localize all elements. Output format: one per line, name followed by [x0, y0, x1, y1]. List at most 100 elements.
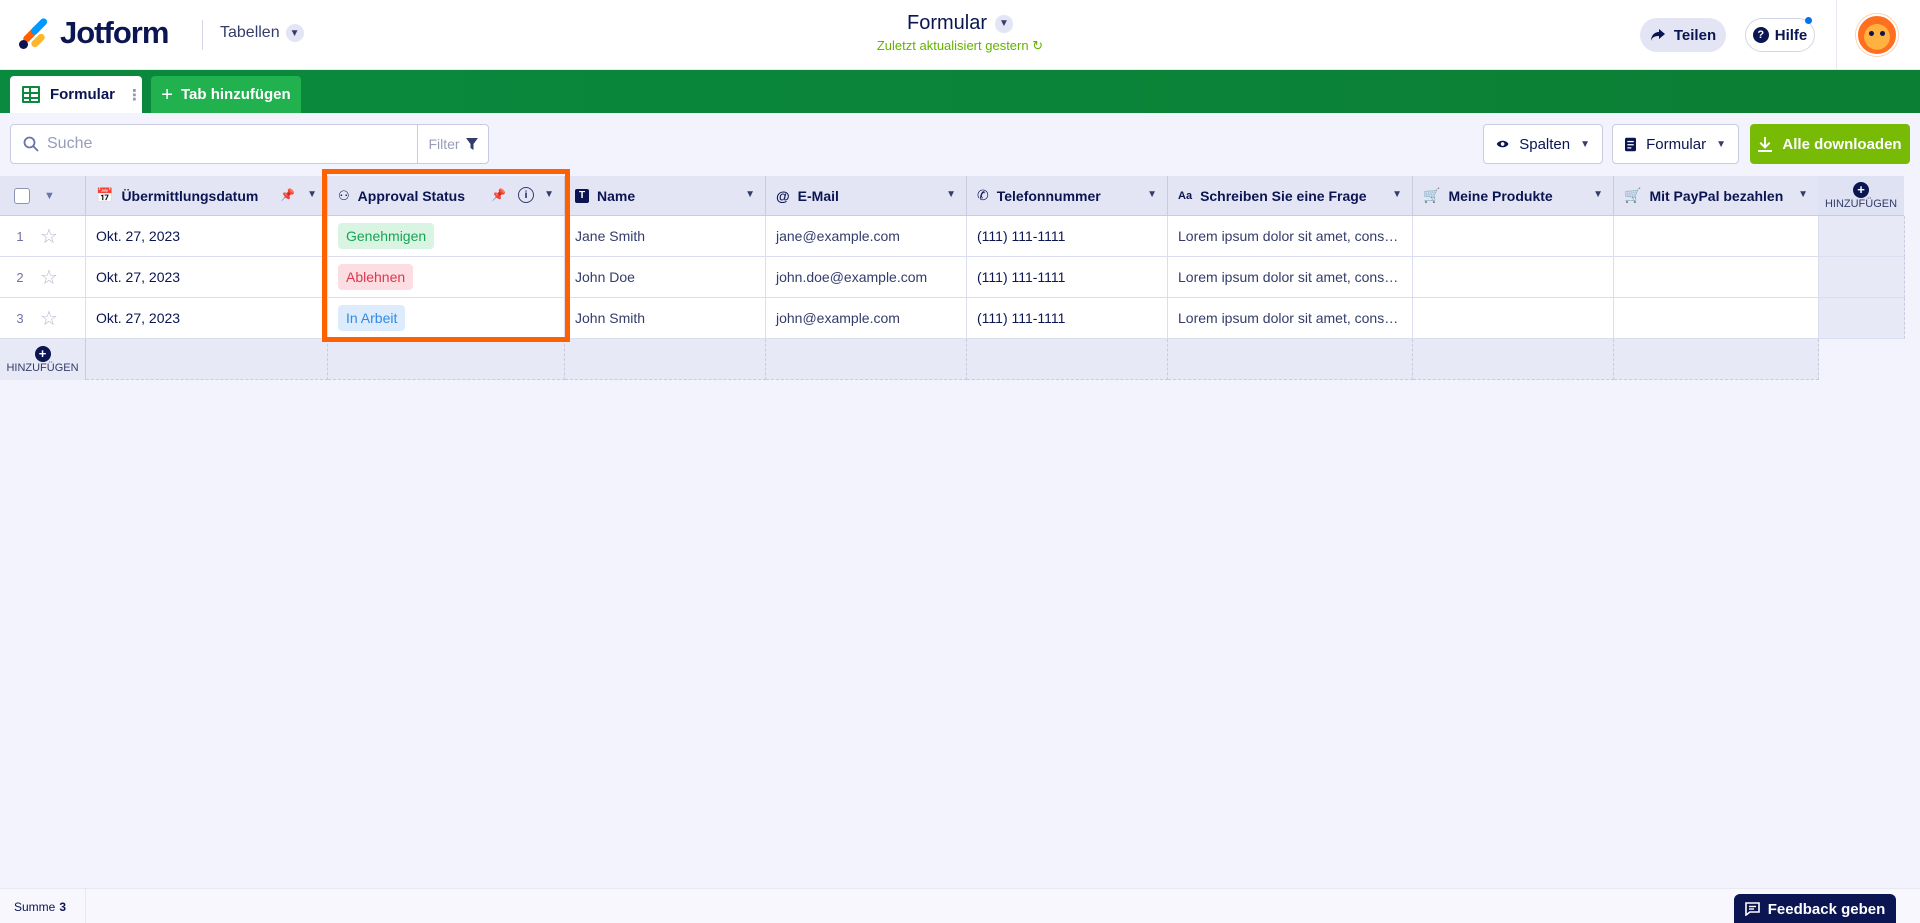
phone-cell[interactable]: (111) 111-1111 — [967, 298, 1168, 339]
column-header-approval-status[interactable]: ⚇ Approval Status 📌 i ▼ — [328, 176, 565, 216]
search-box — [10, 124, 418, 164]
email-cell[interactable]: john@example.com — [766, 298, 967, 339]
add-tab-label: Tab hinzufügen — [180, 86, 291, 103]
feedback-button[interactable]: Feedback geben — [1734, 894, 1896, 923]
empty-add-cell — [1168, 339, 1413, 380]
columns-button[interactable]: Spalten ▼ — [1483, 124, 1603, 164]
tables-menu[interactable]: Tabellen ▼ — [220, 24, 304, 42]
form-select-button[interactable]: Formular ▼ — [1612, 124, 1739, 164]
chevron-down-icon[interactable]: ▼ — [544, 189, 554, 200]
tab-label: Formular — [49, 86, 115, 103]
empty-cell — [1819, 257, 1905, 298]
star-icon[interactable]: ☆ — [40, 306, 58, 331]
column-header-email[interactable]: @ E-Mail ▼ — [766, 176, 967, 216]
date-cell[interactable]: Okt. 27, 2023 — [86, 257, 328, 298]
text-icon: T — [575, 188, 589, 203]
name-cell[interactable]: John Doe — [565, 257, 766, 298]
empty-add-cell — [967, 339, 1168, 380]
chevron-down-icon[interactable]: ▼ — [1798, 189, 1808, 200]
status-cell[interactable]: In Arbeit — [328, 298, 565, 339]
column-header-date[interactable]: 📅 Übermittlungsdatum 📌 ▼ — [86, 176, 328, 216]
empty-add-cell — [565, 339, 766, 380]
search-input[interactable] — [47, 135, 387, 153]
share-button[interactable]: Teilen — [1640, 18, 1726, 52]
email-cell[interactable]: john.doe@example.com — [766, 257, 967, 298]
column-header-label: Name — [597, 187, 636, 204]
last-updated-status: Zuletzt aktualisiert gestern ↻ — [760, 38, 1160, 54]
row-number: 1 — [16, 228, 24, 244]
calendar-icon: 📅 — [96, 187, 114, 203]
chevron-down-icon[interactable]: ▼ — [44, 190, 55, 202]
column-header-name[interactable]: T Name ▼ — [565, 176, 766, 216]
status-cell[interactable]: Genehmigen — [328, 216, 565, 257]
info-icon[interactable]: i — [518, 187, 534, 203]
filter-button[interactable]: Filter — [417, 124, 489, 164]
filter-label: Filter — [428, 136, 460, 152]
sum-value: 3 — [59, 899, 67, 914]
chevron-down-icon[interactable]: ▼ — [745, 189, 755, 200]
star-icon[interactable]: ☆ — [40, 224, 58, 249]
phone-cell[interactable]: (111) 111-1111 — [967, 257, 1168, 298]
jotform-logo-icon — [18, 16, 50, 49]
jotform-logo[interactable]: Jotform — [18, 15, 169, 51]
chevron-down-icon[interactable]: ▼ — [307, 189, 317, 200]
help-button[interactable]: ? Hilfe — [1745, 17, 1815, 52]
form-title[interactable]: Formular ▼ — [907, 12, 1013, 35]
tab-formular[interactable]: Formular ⋮ — [10, 76, 142, 113]
column-header-label: Schreiben Sie eine Frage — [1200, 187, 1367, 204]
add-row-label: HINZUFÜGEN — [6, 361, 79, 374]
chevron-down-icon[interactable]: ▼ — [1147, 189, 1157, 200]
column-header-label: Übermittlungsdatum — [121, 187, 259, 204]
column-header-question[interactable]: Aa Schreiben Sie eine Frage ▼ — [1168, 176, 1413, 216]
column-header-label: Approval Status — [357, 187, 466, 204]
name-cell[interactable]: Jane Smith — [565, 216, 766, 257]
avatar[interactable] — [1856, 14, 1898, 56]
column-header-products[interactable]: 🛒 Meine Produkte ▼ — [1413, 176, 1614, 216]
header-divider-right — [1836, 0, 1837, 70]
download-all-button[interactable]: Alle downloaden — [1750, 124, 1910, 164]
header-divider — [202, 20, 203, 50]
tables-menu-label: Tabellen — [220, 24, 280, 41]
notification-dot — [1805, 17, 1812, 24]
chevron-down-icon: ▼ — [1580, 138, 1590, 150]
phone-cell[interactable]: (111) 111-1111 — [967, 216, 1168, 257]
question-cell[interactable]: Lorem ipsum dolor sit amet, cons… — [1168, 257, 1413, 298]
name-cell[interactable]: John Smith — [565, 298, 766, 339]
row-number-cell: 1 ☆ — [0, 216, 86, 257]
column-header-paypal[interactable]: 🛒 Mit PayPal bezahlen ▼ — [1614, 176, 1819, 216]
row-number: 3 — [16, 310, 24, 326]
last-updated-text: Zuletzt aktualisiert gestern — [876, 38, 1029, 53]
search-icon — [23, 136, 39, 152]
question-cell[interactable]: Lorem ipsum dolor sit amet, cons… — [1168, 298, 1413, 339]
email-cell[interactable]: jane@example.com — [766, 216, 967, 257]
question-cell[interactable]: Lorem ipsum dolor sit amet, cons… — [1168, 216, 1413, 257]
chevron-down-icon[interactable]: ▼ — [1593, 189, 1603, 200]
status-cell[interactable]: Ablehnen — [328, 257, 565, 298]
columns-label: Spalten — [1519, 135, 1571, 153]
date-cell[interactable]: Okt. 27, 2023 — [86, 298, 328, 339]
products-cell[interactable] — [1413, 216, 1614, 257]
chevron-down-icon[interactable]: ▼ — [946, 189, 956, 200]
select-all-checkbox[interactable] — [14, 187, 30, 204]
download-label: Alle downloaden — [1782, 135, 1902, 153]
add-column-button[interactable]: + HINZUFÜGEN — [1818, 176, 1904, 216]
column-header-phone[interactable]: ✆ Telefonnummer ▼ — [967, 176, 1168, 216]
paypal-cell[interactable] — [1614, 216, 1819, 257]
paypal-cell[interactable] — [1614, 257, 1819, 298]
plus-icon: + — [34, 345, 51, 362]
add-row-button[interactable]: + HINZUFÜGEN — [0, 339, 86, 380]
products-cell[interactable] — [1413, 257, 1614, 298]
paypal-cell[interactable] — [1614, 298, 1819, 339]
chevron-down-icon[interactable]: ▼ — [1392, 189, 1402, 200]
help-label: Hilfe — [1774, 26, 1808, 44]
add-tab-button[interactable]: + Tab hinzufügen — [151, 76, 301, 113]
chevron-down-icon: ▼ — [285, 24, 304, 42]
more-options-icon[interactable]: ⋮ — [127, 86, 142, 104]
pin-icon[interactable]: 📌 — [280, 188, 295, 202]
text-size-icon: Aa — [1178, 189, 1193, 202]
cart-icon: 🛒 — [1423, 187, 1441, 203]
star-icon[interactable]: ☆ — [40, 265, 58, 290]
date-cell[interactable]: Okt. 27, 2023 — [86, 216, 328, 257]
products-cell[interactable] — [1413, 298, 1614, 339]
pin-icon[interactable]: 📌 — [491, 188, 506, 202]
